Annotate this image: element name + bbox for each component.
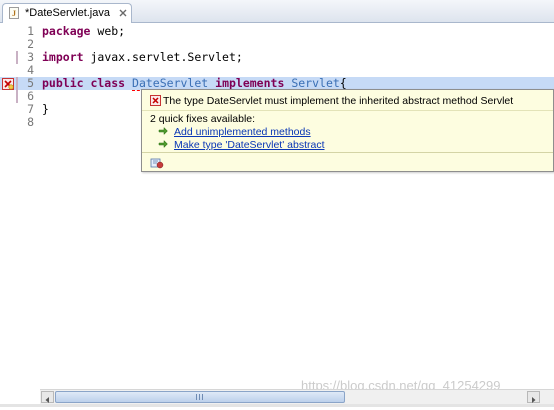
problem-message-text: The type DateServlet must implement the …	[163, 95, 514, 107]
horizontal-scrollbar[interactable]	[40, 389, 554, 405]
error-icon	[150, 95, 161, 106]
tab-dateservlet[interactable]: J *DateServlet.java	[2, 3, 132, 23]
java-file-icon: J	[9, 7, 19, 19]
svg-text:J: J	[12, 9, 16, 18]
keyword: public class	[42, 76, 126, 90]
keyword: package	[42, 24, 91, 38]
code-line-3[interactable]: import javax.servlet.Servlet;	[42, 51, 243, 64]
keyword: implements	[215, 76, 285, 90]
configure-problem-icon[interactable]	[150, 156, 164, 169]
code-line-7[interactable]: }	[42, 103, 49, 116]
code-text: web;	[90, 24, 126, 38]
interface-name[interactable]: Servlet	[291, 76, 339, 90]
divider	[142, 152, 553, 153]
grip-icon	[196, 394, 204, 400]
keyword: import	[42, 50, 84, 64]
quick-fix-count: 2 quick fixes available:	[150, 113, 256, 125]
problem-message: The type DateServlet must implement the …	[150, 95, 513, 107]
divider	[142, 110, 553, 111]
code-text: {	[339, 76, 347, 90]
quick-fix-arrow-icon	[158, 126, 168, 136]
quick-fix-link[interactable]: Make type 'DateServlet' abstract	[174, 139, 325, 151]
line-number: 8	[27, 115, 34, 129]
code-line-1[interactable]: package web;	[42, 25, 125, 38]
close-icon[interactable]	[117, 6, 129, 18]
quick-fix-add-unimplemented[interactable]: Add unimplemented methods	[158, 126, 311, 138]
quick-fix-link[interactable]: Add unimplemented methods	[174, 126, 311, 138]
error-marker-icon[interactable]	[2, 77, 14, 90]
editor-tab-bar: J *DateServlet.java	[0, 0, 554, 23]
quick-fix-make-abstract[interactable]: Make type 'DateServlet' abstract	[158, 139, 325, 151]
code-text: }	[42, 102, 49, 116]
quick-fix-arrow-icon	[158, 139, 168, 149]
scrollbar-thumb[interactable]	[55, 391, 345, 403]
tab-title: *DateServlet.java	[25, 7, 110, 19]
scroll-left-button[interactable]	[41, 391, 54, 403]
scroll-right-button[interactable]	[527, 391, 540, 403]
quick-fix-hover: The type DateServlet must implement the …	[141, 89, 554, 172]
code-editor[interactable]: 1 2 3 4 5 6 7 8 package web; import java…	[0, 23, 554, 389]
code-text: javax.servlet.Servlet;	[83, 50, 243, 64]
